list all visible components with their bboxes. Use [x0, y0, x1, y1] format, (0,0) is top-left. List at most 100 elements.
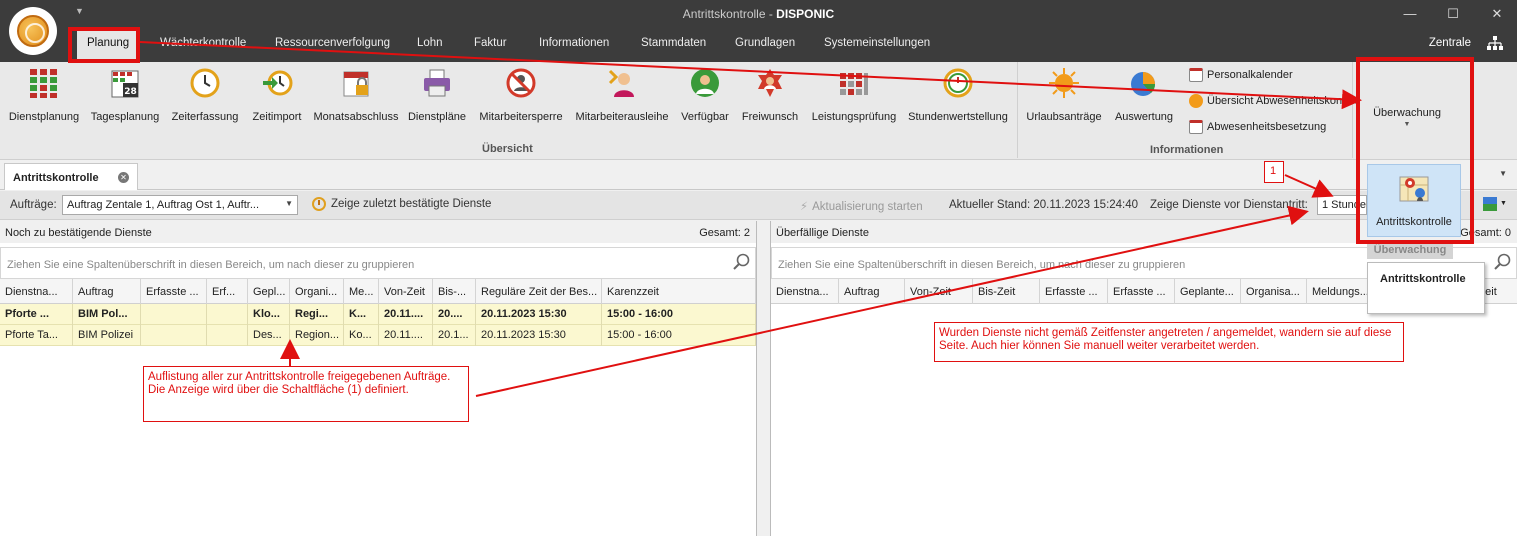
col-header[interactable]: Erfasste ... [1108, 279, 1175, 304]
col-header[interactable]: Organisa... [1241, 279, 1307, 304]
current-state-text: Aktueller Stand: 20.11.2023 15:24:40 [949, 199, 1139, 211]
annotation-note-right: Wurden Dienste nicht gemäß Zeitfenster a… [934, 322, 1404, 362]
performance-grid-icon [838, 67, 870, 99]
col-header[interactable]: Von-Zeit [905, 279, 973, 304]
calendar-icon [1189, 68, 1203, 82]
monatsabschluss-button[interactable]: Monatsabschluss [313, 67, 399, 123]
show-last-confirmed-button[interactable]: Zeige zuletzt bestätigte Dienste [312, 197, 491, 211]
col-header[interactable]: Auftrag [839, 279, 905, 304]
calendar-day-number: 28 [124, 87, 137, 97]
ribbon: Dienstplanung 28 Tagesplanung Zeiterfass… [0, 62, 1517, 160]
user-wish-icon [754, 67, 786, 99]
col-header[interactable]: Organi... [290, 279, 344, 304]
zeitimport-button[interactable]: Zeitimport [247, 67, 307, 123]
col-header[interactable]: Von-Zeit [379, 279, 433, 304]
maximize-button[interactable]: ☐ [1433, 4, 1473, 24]
col-header[interactable]: Gepl... [248, 279, 290, 304]
menu-systemeinstellungen[interactable]: Systemeinstellungen [824, 37, 930, 49]
search-icon[interactable] [733, 253, 751, 271]
mitarbeitersperre-button[interactable]: Mitarbeitersperre [476, 67, 566, 123]
clock-import-icon [261, 67, 293, 99]
auswertung-button[interactable]: Auswertung [1111, 67, 1177, 123]
col-header[interactable]: Dienstna... [0, 279, 73, 304]
highlight-planung [68, 27, 140, 63]
menu-faktur[interactable]: Faktur [474, 37, 507, 49]
window-title: Antrittskontrolle - DISPONIC [682, 7, 835, 21]
tab-list-dropdown-icon[interactable]: ▼ [1499, 169, 1507, 178]
grid-plan-icon [28, 67, 60, 99]
menu-ressourcenverfolgung[interactable]: Ressourcenverfolgung [275, 37, 390, 49]
auftraege-combo[interactable]: Auftrag Zentale 1, Auftrag Ost 1, Auftr.… [62, 195, 298, 215]
dienstplaene-button[interactable]: Dienstpläne [405, 67, 469, 123]
dienstplanung-button[interactable]: Dienstplanung [8, 67, 80, 123]
layout-dropdown-icon[interactable]: ▼ [1500, 200, 1507, 207]
search-account-icon [1189, 94, 1203, 108]
leistungspruefung-button[interactable]: Leistungsprüfung [808, 67, 900, 123]
clock-icon [189, 67, 221, 99]
calendar-day-icon: 28 [109, 67, 141, 99]
search-icon[interactable] [1494, 253, 1512, 271]
col-header[interactable]: Erf... [207, 279, 248, 304]
menu-informationen[interactable]: Informationen [539, 37, 609, 49]
abwesenheitsbesetzung-button[interactable]: Abwesenheitsbesetzung [1189, 120, 1326, 134]
col-header[interactable]: Erfasste ... [1040, 279, 1108, 304]
menu-lohn[interactable]: Lohn [417, 37, 443, 49]
uebersicht-abwesenheitskonten-button[interactable]: Übersicht Abwesenheitskonten [1189, 94, 1357, 108]
refresh-button[interactable]: ⚡ Aktualisierung starten [800, 199, 923, 213]
sun-icon [1048, 67, 1080, 99]
ribbon-separator [1017, 62, 1018, 158]
user-available-icon [689, 67, 721, 99]
minimize-button[interactable]: — [1390, 4, 1430, 24]
table-row[interactable]: Pforte Ta... BIM Polizei Des... Region..… [0, 325, 756, 346]
col-header[interactable]: Geplante... [1175, 279, 1241, 304]
tab-antrittskontrolle[interactable]: Antrittskontrolle ✕ [4, 163, 138, 190]
zeiterfassung-button[interactable]: Zeiterfassung [169, 67, 241, 123]
annotation-marker: 1 [1264, 161, 1284, 183]
col-header[interactable]: Auftrag [73, 279, 141, 304]
show-before-label: Zeige Dienste vor Dienstantritt: [1150, 199, 1308, 211]
menu-stammdaten[interactable]: Stammdaten [641, 37, 706, 49]
mitarbeiterausleihe-button[interactable]: Mitarbeiterausleihe [573, 67, 671, 123]
col-header[interactable]: Reguläre Zeit der Bes... [476, 279, 602, 304]
filter-toolbar: Aufträge: Auftrag Zentale 1, Auftrag Ost… [0, 191, 1517, 220]
document-tab-strip: Antrittskontrolle ✕ ▼ [0, 160, 1517, 190]
menu-grundlagen[interactable]: Grundlagen [735, 37, 795, 49]
col-header[interactable]: Karenzzeit [602, 279, 756, 304]
layout-icon[interactable] [1483, 197, 1497, 211]
pie-chart-icon [1128, 67, 1160, 99]
urlaubsantraege-button[interactable]: Urlaubsanträge [1023, 67, 1105, 123]
tagesplanung-button[interactable]: 28 Tagesplanung [89, 67, 161, 123]
col-header[interactable]: Erfasste ... [141, 279, 207, 304]
left-panel-total: Gesamt: 2 [699, 227, 750, 239]
group-label-uebersicht: Übersicht [482, 143, 533, 155]
blocked-user-icon [505, 67, 537, 99]
calendar-absence-icon [1189, 120, 1203, 134]
left-grid-header: Dienstna... Auftrag Erfasste ... Erf... … [0, 279, 756, 304]
org-chart-icon[interactable] [1487, 36, 1503, 50]
auftraege-label: Aufträge: [10, 199, 57, 211]
col-header[interactable]: Meldungs... [1307, 279, 1371, 304]
col-header[interactable]: Bis-... [433, 279, 476, 304]
table-row[interactable]: Pforte ... BIM Pol... Klo... Regi... K..… [0, 304, 756, 325]
annotation-note-left: Auflistung aller zur Antrittskontrolle f… [143, 366, 469, 422]
close-button[interactable]: ✕ [1477, 4, 1517, 24]
col-header[interactable]: Me... [344, 279, 379, 304]
group-by-box[interactable]: Ziehen Sie eine Spaltenüberschrift in di… [0, 247, 756, 279]
ribbon-separator-2 [1352, 62, 1353, 158]
highlight-ueberwachung [1356, 57, 1474, 244]
calendar-lock-icon [340, 67, 372, 99]
verfuegbar-button[interactable]: Verfügbar [678, 67, 732, 123]
user-transfer-icon [606, 67, 638, 99]
freiwunsch-button[interactable]: Freiwunsch [739, 67, 801, 123]
col-header[interactable]: Dienstna... [771, 279, 839, 304]
zentrale-label[interactable]: Zentrale [1429, 37, 1471, 49]
col-header[interactable]: Bis-Zeit [973, 279, 1040, 304]
tooltip: Antrittskontrolle [1367, 262, 1485, 314]
left-panel-title: Noch zu bestätigende Dienste [5, 227, 152, 239]
close-tab-icon[interactable]: ✕ [118, 172, 129, 183]
menu-waechterkontrolle[interactable]: Wächterkontrolle [160, 37, 246, 49]
personalkalender-button[interactable]: Personalkalender [1189, 68, 1293, 82]
stundenwertstellung-button[interactable]: Stundenwertstellung [905, 67, 1011, 123]
group-label-informationen: Informationen [1150, 144, 1224, 156]
panel-splitter[interactable] [758, 221, 770, 536]
